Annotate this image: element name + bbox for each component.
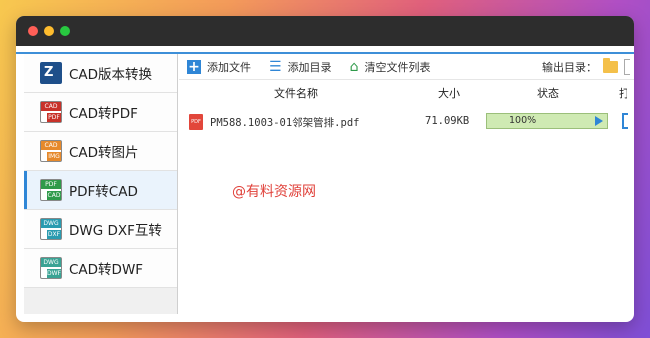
sidebar-item-label: DWG DXF互转: [69, 223, 162, 239]
column-header-name: 文件名称: [274, 87, 318, 100]
column-header-size: 大小: [438, 87, 460, 100]
sidebar-item-pdf-to-cad[interactable]: PDF CAD PDF转CAD: [24, 171, 177, 210]
add-file-label: 添加文件: [207, 60, 251, 74]
title-bar: [16, 16, 634, 46]
sidebar-item-cad-to-image[interactable]: CAD IMG CAD转图片: [24, 132, 177, 171]
file-name: PM588.1003-01邻架管排.pdf: [210, 117, 360, 129]
sidebar-item-cad-to-pdf[interactable]: CAD PDF CAD转PDF: [24, 93, 177, 132]
progress-bar: 100%: [486, 113, 608, 129]
cad-to-dwf-icon: DWG DWF: [40, 257, 62, 279]
app-window: Z CAD版本转换 CAD PDF CAD转PDF CAD IMG CAD转图片 P…: [16, 16, 634, 322]
dwg-dxf-icon: DWG DXF: [40, 218, 62, 240]
broom-icon: ⌂: [349, 58, 359, 75]
plus-icon: +: [187, 58, 201, 75]
cad-to-pdf-icon: CAD PDF: [40, 101, 62, 123]
file-size: 71.09KB: [425, 115, 470, 127]
sidebar-item-label: CAD转PDF: [69, 106, 138, 122]
sidebar-item-label: CAD转图片: [69, 145, 139, 161]
watermark: @有料资源网: [232, 184, 316, 200]
output-directory-input[interactable]: [624, 59, 630, 75]
cad-version-icon: Z: [40, 62, 62, 84]
play-icon[interactable]: [595, 116, 603, 126]
add-file-button[interactable]: + 添加文件: [187, 59, 251, 75]
sidebar-item-cad-to-dwf[interactable]: DWG DWF CAD转DWF: [24, 249, 177, 288]
close-window-button[interactable]: [28, 26, 38, 36]
sidebar-item-label: PDF转CAD: [69, 184, 138, 200]
add-directory-label: 添加目录: [287, 60, 332, 74]
column-header-status: 状态: [537, 87, 559, 100]
sidebar: Z CAD版本转换 CAD PDF CAD转PDF CAD IMG CAD转图片 P…: [24, 54, 178, 314]
sidebar-item-cad-version[interactable]: Z CAD版本转换: [24, 54, 177, 93]
folder-icon[interactable]: [603, 58, 618, 73]
column-header-open: 打: [619, 87, 627, 100]
progress-fill: [487, 114, 607, 128]
maximize-window-button[interactable]: [60, 26, 70, 36]
open-file-button[interactable]: [622, 113, 628, 129]
clear-list-button[interactable]: ⌂ 清空文件列表: [350, 59, 431, 75]
table-row[interactable]: PDF PM588.1003-01邻架管排.pdf 71.09KB 100%: [179, 108, 634, 134]
progress-text: 100%: [509, 115, 537, 126]
add-directory-button[interactable]: ☰ 添加目录: [269, 59, 332, 75]
cad-to-image-icon: CAD IMG: [40, 140, 62, 162]
main-panel: + 添加文件 ☰ 添加目录 ⌂ 清空文件列表 输出目录： 文件名称 大小 状态 …: [179, 54, 634, 314]
table-header: 文件名称 大小 状态 打: [179, 80, 634, 107]
minimize-window-button[interactable]: [44, 26, 54, 36]
toolbar: + 添加文件 ☰ 添加目录 ⌂ 清空文件列表 输出目录：: [179, 54, 634, 80]
list-icon: ☰: [269, 58, 282, 75]
sidebar-item-label: CAD版本转换: [69, 67, 153, 83]
output-directory-label: 输出目录：: [542, 61, 597, 74]
output-directory: 输出目录：: [542, 54, 630, 80]
pdf-to-cad-icon: PDF CAD: [40, 179, 62, 201]
sidebar-item-label: CAD转DWF: [69, 262, 144, 278]
pdf-file-icon: PDF: [189, 114, 203, 130]
sidebar-item-dwg-dxf[interactable]: DWG DXF DWG DXF互转: [24, 210, 177, 249]
clear-list-label: 清空文件列表: [364, 60, 431, 74]
